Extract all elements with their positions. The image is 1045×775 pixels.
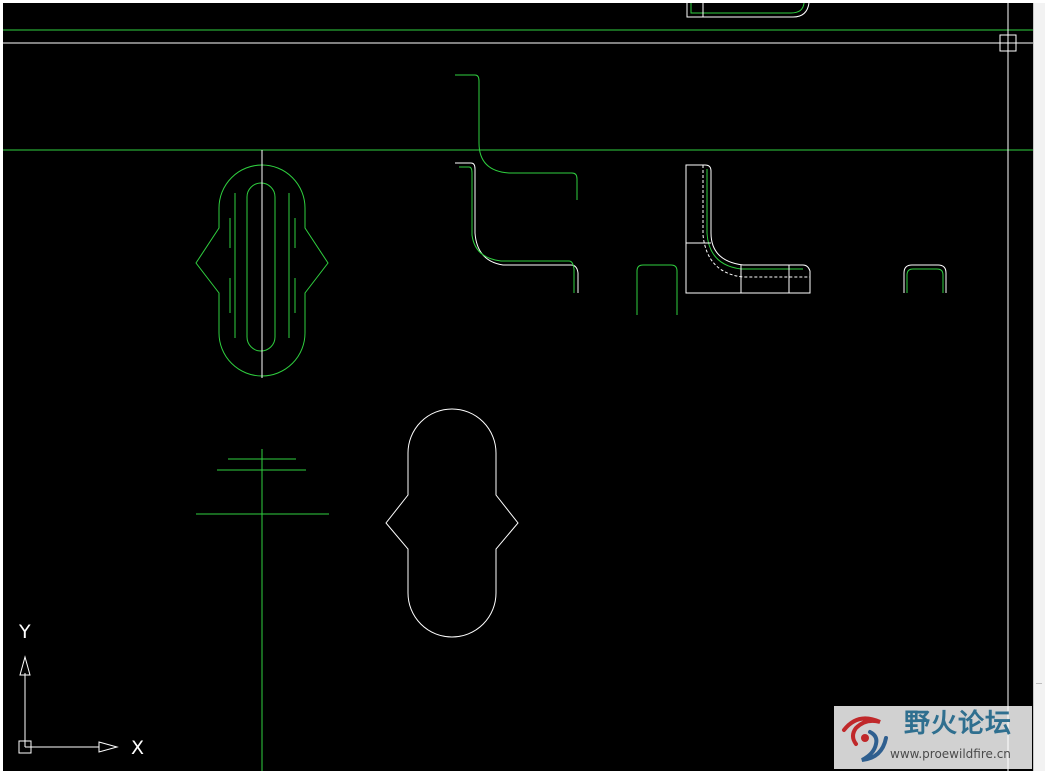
slot-part-front-view [195, 150, 329, 378]
stepped-bend-profile [455, 74, 579, 293]
top-partial-profile [686, 3, 810, 18]
swirl-logo-icon [842, 716, 888, 762]
cad-window: Y X 野火论坛 www.proewildfire.cn [0, 0, 1045, 775]
crosshair-cursor [3, 3, 1033, 771]
scrollbar-tick [1036, 683, 1042, 684]
small-u-channel-profile [903, 264, 947, 293]
forum-watermark: 野火论坛 www.proewildfire.cn [834, 706, 1032, 769]
slot-part-top-view [385, 408, 519, 638]
drawing-canvas[interactable]: Y X [3, 3, 1033, 771]
watermark-title: 野火论坛 [904, 709, 1013, 739]
construction-lines [3, 29, 1033, 771]
u-channel-profile [636, 264, 678, 315]
ucs-icon [18, 655, 119, 754]
l-bracket-profile [685, 164, 811, 294]
ucs-x-label: X [131, 737, 145, 759]
vertical-scrollbar[interactable] [1033, 3, 1045, 771]
watermark-url: www.proewildfire.cn [890, 747, 1011, 761]
ucs-y-label: Y [19, 621, 31, 643]
drawing-svg [3, 3, 1033, 771]
